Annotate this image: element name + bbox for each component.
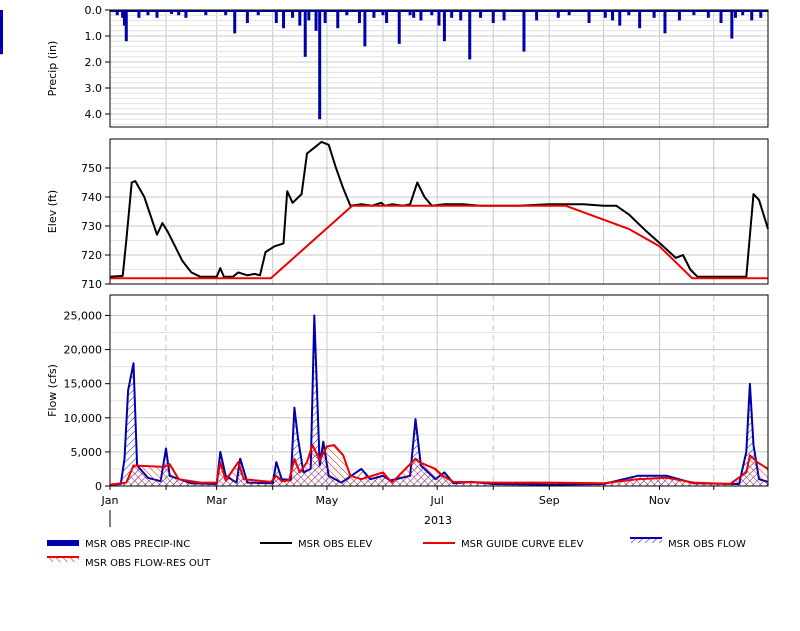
precip-bar bbox=[397, 10, 401, 44]
y-tick-label: 3.0 bbox=[85, 82, 103, 95]
plot-background bbox=[110, 295, 768, 486]
x-axis: Jan Mar May Jul Sep Nov 2013 bbox=[101, 486, 715, 527]
y-tick-label: 740 bbox=[81, 191, 102, 204]
panels-layer: 0.0 1.0 2.0 3.0 4.0 Precip (in) 710 720 730 740 75… bbox=[0, 4, 769, 493]
y-tick-label: 0.0 bbox=[85, 4, 103, 17]
x-tick-label: Mar bbox=[206, 494, 227, 507]
y-axis-label: Flow (cfs) bbox=[46, 364, 59, 417]
precip-bar bbox=[233, 10, 237, 34]
legend-swatch bbox=[47, 540, 79, 546]
precip-bar bbox=[522, 10, 526, 52]
precip-bar bbox=[468, 10, 472, 60]
precip-bar bbox=[303, 10, 307, 57]
chart-panel-1: 0.0 1.0 2.0 3.0 4.0 Precip (in) bbox=[0, 4, 769, 128]
precip-bar bbox=[638, 10, 642, 29]
legend-label: MSR OBS FLOW bbox=[668, 539, 746, 550]
precip-bar bbox=[314, 10, 318, 31]
y-tick-label: 25,000 bbox=[64, 309, 103, 322]
legend-label: MSR GUIDE CURVE ELEV bbox=[461, 539, 584, 550]
precip-bar bbox=[437, 10, 441, 26]
x-tick-label: May bbox=[316, 494, 339, 507]
legend-label: MSR OBS PRECIP-INC bbox=[85, 539, 190, 550]
y-tick-label: 10,000 bbox=[64, 412, 103, 425]
legend: MSR OBS PRECIP-INC MSR OBS ELEV MSR GUIDE … bbox=[47, 537, 746, 569]
plot-background bbox=[110, 10, 768, 127]
y-tick-label: 750 bbox=[81, 162, 102, 175]
y-axis-label: Precip (in) bbox=[46, 41, 59, 97]
hydrograph-svg: 0.0 1.0 2.0 3.0 4.0 Precip (in) 710 720 730 740 75… bbox=[0, 4, 769, 569]
hydrograph-figure: 0.0 1.0 2.0 3.0 4.0 Precip (in) 710 720 730 740 75… bbox=[0, 0, 800, 627]
y-tick-label: 15,000 bbox=[64, 378, 103, 391]
legend-label: MSR OBS FLOW-RES OUT bbox=[85, 558, 211, 569]
precip-bar bbox=[730, 10, 734, 39]
precip-bar bbox=[0, 10, 3, 16]
precip-bar bbox=[442, 10, 446, 42]
precip-bar bbox=[318, 10, 322, 120]
x-tick-label: Sep bbox=[539, 494, 560, 507]
y-tick-label: 730 bbox=[81, 220, 102, 233]
x-tick-label: Jul bbox=[430, 494, 444, 507]
precip-bar bbox=[124, 10, 128, 42]
precip-bar bbox=[282, 10, 286, 29]
y-tick-label: 720 bbox=[81, 249, 102, 262]
legend-item: MSR OBS PRECIP-INC bbox=[47, 539, 190, 550]
legend-item: MSR OBS ELEV bbox=[260, 539, 372, 550]
y-tick-label: 710 bbox=[81, 278, 102, 291]
chart-panel-3: 0 5,000 10,000 15,000 20,000 25,000 Flow (cfs) bbox=[46, 294, 769, 493]
chart-panel-2: 710 720 730 740 750 Elev (ft) bbox=[46, 138, 769, 291]
precip-bar bbox=[618, 10, 622, 26]
legend-label: MSR OBS ELEV bbox=[298, 539, 372, 550]
legend-item: MSR OBS FLOW-RES OUT bbox=[47, 556, 211, 569]
precip-bar bbox=[336, 10, 340, 29]
precip-bar bbox=[363, 10, 367, 47]
precip-bar bbox=[663, 10, 667, 34]
precip-bar bbox=[298, 10, 302, 26]
y-tick-label: 4.0 bbox=[85, 108, 103, 121]
x-tick-label: Nov bbox=[649, 494, 671, 507]
x-year-label: 2013 bbox=[424, 514, 452, 527]
y-tick-label: 1.0 bbox=[85, 30, 103, 43]
legend-item: MSR GUIDE CURVE ELEV bbox=[423, 539, 584, 550]
y-axis-label: Elev (ft) bbox=[46, 190, 59, 233]
y-tick-label: 2.0 bbox=[85, 56, 103, 69]
y-tick-label: 20,000 bbox=[64, 344, 103, 357]
y-tick-label: 0 bbox=[95, 480, 102, 493]
legend-item: MSR OBS FLOW bbox=[630, 537, 746, 550]
x-tick-label: Jan bbox=[101, 494, 119, 507]
y-tick-label: 5,000 bbox=[71, 446, 103, 459]
